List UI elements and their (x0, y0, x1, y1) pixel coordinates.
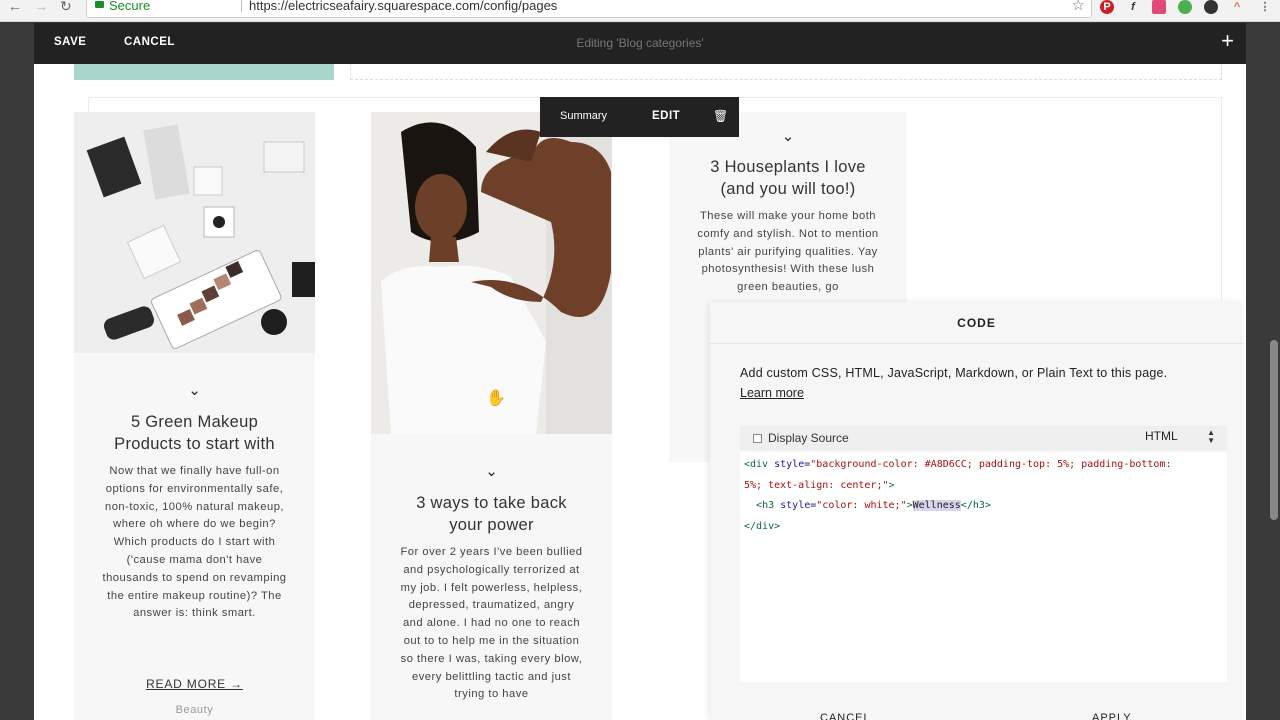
apply-button[interactable]: APPLY (1092, 712, 1132, 720)
menu-icon[interactable]: ⋮ (1258, 0, 1272, 14)
edit-button[interactable]: EDIT (652, 110, 680, 122)
reload-icon[interactable]: ↻ (60, 0, 72, 14)
chevron-down-icon: ⌄ (188, 382, 201, 399)
card-title-line1[interactable]: 3 Houseplants I love (679, 156, 897, 178)
code-line-4: </div> (744, 520, 781, 532)
code-block-editor: CODE Add custom CSS, HTML, JavaScript, M… (710, 302, 1243, 720)
card-title-line1[interactable]: 5 Green Makeup (84, 411, 305, 433)
editing-title: Editing 'Blog categories' (576, 36, 704, 50)
bookmark-star-icon[interactable]: ☆ (1072, 0, 1085, 15)
card-title-line2[interactable]: your power (381, 514, 602, 536)
browser-chrome: ← → ↻ Secure https://electricseafairy.sq… (0, 0, 1280, 22)
back-icon[interactable]: ← (8, 0, 22, 14)
code-cancel-button[interactable]: CANCEL (820, 712, 871, 720)
url-text[interactable]: https://electricseafairy.squarespace.com… (249, 0, 557, 15)
font-icon[interactable]: f (1126, 0, 1140, 14)
extension-icon[interactable] (1152, 0, 1166, 14)
editor-bar: SAVE CANCEL Editing 'Blog categories' + (34, 23, 1246, 64)
code-line-3: <h3 style="color: white;">Wellness</h3> (756, 500, 991, 511)
code-panel-description: Add custom CSS, HTML, JavaScript, Markdo… (740, 366, 1168, 380)
code-editor[interactable]: <div style="background-color: #A8D6CC; p… (740, 452, 1227, 682)
url-separator (241, 0, 242, 12)
code-line-1: <div style="background-color: #A8D6CC; p… (744, 459, 1172, 470)
display-source-checkbox[interactable] (753, 434, 762, 443)
pinterest-icon[interactable]: P (1100, 0, 1114, 14)
secure-label: Secure (109, 0, 151, 13)
read-more-link[interactable]: READ MORE → (74, 677, 315, 691)
forward-icon[interactable]: → (34, 0, 48, 14)
camera-extension-icon[interactable] (1204, 0, 1218, 14)
card-excerpt: For over 2 years I've been bullied and p… (400, 546, 583, 701)
card-title-line2[interactable]: Products to start with (84, 433, 305, 455)
woman-flexing-image (371, 112, 612, 434)
trash-icon[interactable]: 🗑 (713, 109, 728, 123)
card-excerpt: Now that we finally have full-on options… (102, 465, 287, 620)
makeup-photo-svg (74, 112, 315, 353)
card-title-line2[interactable]: (and you will too!) (679, 178, 897, 200)
learn-more-link[interactable]: Learn more (740, 386, 804, 400)
language-value: HTML (1145, 429, 1178, 443)
category-tag[interactable]: Beauty (74, 704, 315, 716)
card-excerpt: These will make your home both comfy and… (697, 210, 879, 294)
code-line-2: 5%; text-align: center;"> (744, 479, 895, 491)
color-picker-icon[interactable] (1178, 0, 1192, 14)
wellness-banner-block[interactable] (74, 64, 334, 80)
woman-photo-svg (371, 112, 612, 434)
chevron-up-extension-icon[interactable]: ^ (1230, 0, 1244, 14)
select-arrows-icon: ▲ ▼ (1207, 428, 1215, 445)
code-panel-title: CODE (710, 302, 1243, 344)
language-select[interactable]: HTML ▲ ▼ (1145, 429, 1215, 445)
blog-card-power[interactable]: ⌄ 3 ways to take back your power For ove… (371, 112, 612, 720)
address-bar[interactable]: Secure https://electricseafairy.squaresp… (86, 0, 1092, 18)
empty-block-placeholder (350, 64, 1222, 80)
hand-cursor-icon: ✋ (486, 390, 506, 407)
display-source-label[interactable]: Display Source (768, 431, 849, 445)
chevron-down-icon: ⌄ (485, 463, 498, 480)
lock-icon (95, 1, 104, 8)
code-options-bar: Display Source HTML ▲ ▼ (740, 426, 1227, 450)
page-scrollbar[interactable] (1270, 340, 1278, 520)
screen: ← → ↻ Secure https://electricseafairy.sq… (0, 0, 1280, 720)
blog-card-makeup[interactable]: ⌄ 5 Green Makeup Products to start with … (74, 112, 315, 720)
summary-button[interactable]: Summary (560, 110, 607, 122)
add-icon[interactable]: + (1221, 30, 1234, 52)
makeup-image (74, 112, 315, 353)
block-toolbar: Summary EDIT 🗑 (540, 97, 739, 137)
card-title-line1[interactable]: 3 ways to take back (381, 492, 602, 514)
